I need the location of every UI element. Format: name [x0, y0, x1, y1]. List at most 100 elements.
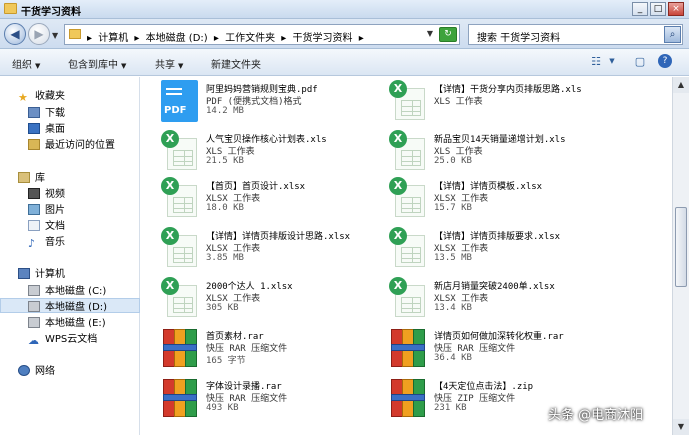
file-size: 21.5 KB [206, 156, 244, 166]
window-title: 干货学习资料 [21, 7, 81, 18]
title-bar: 干货学习资料 _ □ × [0, 0, 689, 19]
sidebar-item-downloads[interactable]: 下载 [28, 104, 65, 119]
new-folder-button[interactable]: 新建文件夹 [211, 56, 261, 71]
breadcrumb: ▸ 计算机 ▸ 本地磁盘 (D:) ▸ 工作文件夹 ▸ 干货学习资料 ▸ [87, 33, 364, 44]
sidebar-favorites[interactable]: ★ 收藏夹 [18, 87, 65, 104]
scroll-thumb[interactable] [675, 207, 687, 287]
file-item[interactable]: 首页素材.rar 快压 RAR 压缩文件 165 字节 [161, 327, 381, 371]
watermark: 头条 @电商沐阳 [548, 408, 644, 423]
chevron-down-icon: ▼ [178, 62, 184, 70]
file-size: 3.85 MB [206, 253, 244, 263]
forward-button[interactable]: ▶ [28, 23, 50, 45]
chevron-down-icon[interactable]: ▼ [604, 54, 620, 69]
network-icon [18, 365, 30, 376]
video-icon [28, 188, 40, 199]
scroll-down-icon[interactable]: ▼ [673, 419, 689, 435]
sidebar-item-documents[interactable]: 文档 [28, 217, 65, 232]
breadcrumb-drive-d[interactable]: 本地磁盘 (D:) [146, 33, 208, 44]
sidebar-item-music[interactable]: ♪ 音乐 [28, 233, 65, 249]
sidebar-libraries[interactable]: 库 [18, 169, 45, 184]
file-item[interactable]: X 2000个达人 1.xlsx XLSX 工作表 305 KB [161, 277, 381, 321]
address-field[interactable]: ▸ 计算机 ▸ 本地磁盘 (D:) ▸ 工作文件夹 ▸ 干货学习资料 ▸ ▼ ↻ [64, 24, 460, 45]
cloud-icon: ☁ [28, 334, 39, 347]
spreadsheet-file-icon: X [389, 80, 426, 122]
file-size: 25.0 KB [434, 156, 472, 166]
file-size: 36.4 KB [434, 353, 472, 363]
file-item[interactable]: X 【详情】干货分享内页排版思路.xls XLS 工作表 [389, 80, 609, 124]
sidebar-item-recent[interactable]: 最近访问的位置 [28, 136, 115, 151]
breadcrumb-work-folder[interactable]: 工作文件夹 [225, 33, 275, 44]
file-size: 14.2 MB [206, 106, 244, 116]
recent-pages-dropdown[interactable]: ▼ [52, 31, 58, 40]
breadcrumb-current-folder[interactable]: 干货学习资料 [293, 33, 353, 44]
file-item[interactable]: X 【详情】详情页排版设计思路.xlsx XLSX 工作表 3.85 MB [161, 227, 381, 271]
file-size: 493 KB [206, 403, 239, 413]
spreadsheet-file-icon: X [161, 227, 198, 269]
sidebar-item-drive-e[interactable]: 本地磁盘 (E:) [28, 314, 106, 329]
refresh-icon[interactable]: ↻ [439, 27, 457, 42]
pdf-file-icon: PDF [161, 80, 198, 122]
desktop-icon [28, 123, 40, 134]
sidebar-network[interactable]: 网络 [18, 362, 55, 377]
search-icon[interactable]: ⌕ [664, 26, 681, 43]
file-item[interactable]: X 人气宝贝操作核心计划表.xls XLS 工作表 21.5 KB [161, 130, 381, 174]
include-in-library-menu[interactable]: 包含到库中 ▼ [68, 56, 126, 71]
chevron-down-icon: ▼ [35, 62, 41, 70]
file-item[interactable]: X 新店月销量突破2400单.xlsx XLSX 工作表 13.4 KB [389, 277, 609, 321]
file-size: 13.4 KB [434, 303, 472, 313]
spreadsheet-file-icon: X [389, 277, 426, 319]
sidebar-item-wps-cloud[interactable]: ☁ WPS云文档 [28, 330, 97, 346]
sidebar-item-videos[interactable]: 视频 [28, 185, 65, 200]
file-size: 305 KB [206, 303, 239, 313]
scroll-up-icon[interactable]: ▲ [673, 77, 689, 93]
file-item[interactable]: 详情页如何做加深转化权重.rar 快压 RAR 压缩文件 36.4 KB [389, 327, 609, 371]
vertical-scrollbar[interactable]: ▲ ▼ [672, 77, 689, 435]
navigation-pane: ★ 收藏夹 下载 桌面 最近访问的位置 库 视频 图片 文档 ♪ 音乐 计算机 本地… [0, 77, 140, 435]
star-icon: ★ [18, 91, 28, 104]
address-dropdown[interactable]: ▼ [427, 29, 433, 38]
file-size: 165 字节 [206, 356, 246, 366]
file-item[interactable]: X 【详情】详情页排版要求.xlsx XLSX 工作表 13.5 MB [389, 227, 609, 271]
file-type: XLS 工作表 [434, 97, 483, 107]
minimize-button[interactable]: _ [632, 2, 648, 16]
back-button[interactable]: ◀ [4, 23, 26, 45]
file-size: 231 KB [434, 403, 467, 413]
archive-file-icon [389, 327, 426, 369]
computer-icon [18, 268, 30, 279]
file-size: 13.5 MB [434, 253, 472, 263]
document-icon [28, 220, 40, 231]
spreadsheet-file-icon: X [161, 177, 198, 219]
file-item[interactable]: X 新品宝贝14天销量递增计划.xls XLS 工作表 25.0 KB [389, 130, 609, 174]
sidebar-item-desktop[interactable]: 桌面 [28, 120, 65, 135]
organize-menu[interactable]: 组织 ▼ [12, 56, 40, 71]
file-item[interactable]: 字体设计录播.rar 快压 RAR 压缩文件 493 KB [161, 377, 381, 421]
file-item[interactable]: PDF 阿里妈妈营销规则宝典.pdf PDF (便携式文档)格式 14.2 MB [161, 80, 381, 124]
spreadsheet-file-icon: X [161, 277, 198, 319]
file-size: 15.7 KB [434, 203, 472, 213]
archive-file-icon [389, 377, 426, 419]
view-options-icon[interactable]: ☷ [588, 54, 604, 69]
share-menu[interactable]: 共享 ▼ [155, 56, 183, 71]
file-item[interactable]: X 【首页】首页设计.xlsx XLSX 工作表 18.0 KB [161, 177, 381, 221]
maximize-button[interactable]: □ [650, 2, 666, 16]
archive-file-icon [161, 377, 198, 419]
breadcrumb-computer[interactable]: 计算机 [98, 33, 128, 44]
file-item[interactable]: X 【详情】详情页模板.xlsx XLSX 工作表 15.7 KB [389, 177, 609, 221]
sidebar-item-pictures[interactable]: 图片 [28, 201, 65, 216]
music-icon: ♪ [28, 237, 36, 250]
archive-file-icon [161, 327, 198, 369]
preview-pane-icon[interactable]: ▢ [632, 54, 648, 69]
file-size: 18.0 KB [206, 203, 244, 213]
sidebar-item-drive-d[interactable]: 本地磁盘 (D:) [28, 298, 107, 313]
drive-icon [28, 301, 40, 312]
help-icon[interactable]: ? [658, 54, 672, 68]
sidebar-computer[interactable]: 计算机 [18, 265, 65, 280]
close-button[interactable]: × [668, 2, 684, 16]
search-placeholder: 搜索 干货学习资料 [477, 33, 561, 44]
file-list: PDF 阿里妈妈营销规则宝典.pdf PDF (便携式文档)格式 14.2 MB X 【详… [141, 77, 672, 435]
folder-icon [69, 29, 81, 39]
search-input[interactable]: 搜索 干货学习资料 ⌕ [468, 24, 683, 45]
sidebar-item-drive-c[interactable]: 本地磁盘 (C:) [28, 282, 106, 297]
spreadsheet-file-icon: X [161, 130, 198, 172]
address-bar-area: ◀ ▶ ▼ ▸ 计算机 ▸ 本地磁盘 (D:) ▸ 工作文件夹 ▸ 干货学习资料… [0, 19, 689, 49]
